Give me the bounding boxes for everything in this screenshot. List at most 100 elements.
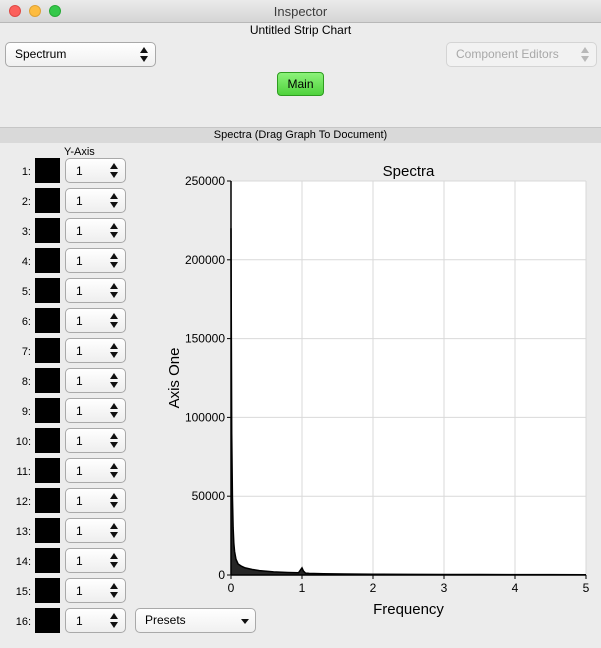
- channel-color-swatch[interactable]: [35, 218, 60, 243]
- channel-number: 8:: [21, 376, 31, 388]
- channel-color-swatch[interactable]: [35, 518, 60, 543]
- channel-color-swatch[interactable]: [35, 368, 60, 393]
- y-axis-select[interactable]: 1: [65, 368, 126, 393]
- up-down-arrows-icon: [110, 492, 119, 509]
- y-axis-value: 1: [76, 584, 83, 598]
- channel-number: 2:: [21, 196, 31, 208]
- channel-number: 6:: [21, 316, 31, 328]
- up-down-arrows-icon: [110, 252, 119, 269]
- y-axis-value: 1: [76, 344, 83, 358]
- y-axis-value: 1: [76, 374, 83, 388]
- channel-number: 16:: [15, 616, 31, 628]
- title-bar: Inspector: [0, 0, 601, 23]
- channel-color-swatch[interactable]: [35, 188, 60, 213]
- channel-number: 7:: [21, 346, 31, 358]
- channel-color-swatch[interactable]: [35, 158, 60, 183]
- y-axis-select[interactable]: 1: [65, 608, 126, 633]
- channel-color-swatch[interactable]: [35, 338, 60, 363]
- channel-number: 9:: [21, 406, 31, 418]
- x-tick-label: 4: [512, 581, 519, 595]
- y-axis-value: 1: [76, 224, 83, 238]
- plot-area: [231, 181, 586, 575]
- y-axis-value: 1: [76, 404, 83, 418]
- y-tick-label: 0: [218, 568, 225, 582]
- window-title: Inspector: [273, 4, 328, 19]
- y-tick-label: 50000: [192, 489, 226, 503]
- y-axis-select[interactable]: 1: [65, 518, 126, 543]
- channel-color-swatch[interactable]: [35, 548, 60, 573]
- y-axis-select[interactable]: 1: [65, 578, 126, 603]
- y-axis-select[interactable]: 1: [65, 278, 126, 303]
- channel-color-swatch[interactable]: [35, 398, 60, 423]
- section-header: Spectra (Drag Graph To Document): [0, 127, 601, 143]
- y-axis-value: 1: [76, 254, 83, 268]
- y-axis-value: 1: [76, 494, 83, 508]
- up-down-arrows-icon: [110, 222, 119, 239]
- y-axis-value: 1: [76, 314, 83, 328]
- document-title: Untitled Strip Chart: [249, 23, 352, 37]
- y-axis-select[interactable]: 1: [65, 248, 126, 273]
- channel-number: 13:: [15, 526, 31, 538]
- x-axis-label: Frequency: [373, 601, 444, 618]
- y-axis-value: 1: [76, 464, 83, 478]
- channel-number: 12:: [15, 496, 31, 508]
- y-axis-select[interactable]: 1: [65, 488, 126, 513]
- y-axis-select[interactable]: 1: [65, 548, 126, 573]
- channel-number: 3:: [21, 226, 31, 238]
- up-down-arrows-icon: [110, 612, 119, 629]
- channel-color-swatch[interactable]: [35, 248, 60, 273]
- channel-number: 14:: [15, 556, 31, 568]
- up-down-arrows-icon: [110, 162, 119, 179]
- y-axis-select[interactable]: 1: [65, 338, 126, 363]
- y-axis-select[interactable]: 1: [65, 398, 126, 423]
- up-down-arrows-icon: [110, 402, 119, 419]
- component-editors-label: Component Editors: [456, 47, 559, 61]
- y-axis-label: Axis One: [166, 348, 183, 409]
- channel-color-swatch[interactable]: [35, 428, 60, 453]
- x-tick-label: 1: [299, 581, 306, 595]
- y-tick-label: 200000: [185, 253, 225, 267]
- y-axis-value: 1: [76, 524, 83, 538]
- view-select[interactable]: Spectrum: [5, 42, 156, 67]
- y-tick-label: 250000: [185, 174, 225, 188]
- channel-color-swatch[interactable]: [35, 458, 60, 483]
- up-down-arrows-icon: [110, 342, 119, 359]
- x-tick-label: 2: [370, 581, 377, 595]
- y-axis-select[interactable]: 1: [65, 218, 126, 243]
- up-down-arrows-icon: [110, 552, 119, 569]
- y-axis-value: 1: [76, 614, 83, 628]
- y-axis-value: 1: [76, 434, 83, 448]
- y-axis-select[interactable]: 1: [65, 188, 126, 213]
- y-axis-select[interactable]: 1: [65, 458, 126, 483]
- channel-color-swatch[interactable]: [35, 488, 60, 513]
- channel-color-swatch[interactable]: [35, 308, 60, 333]
- y-tick-label: 150000: [185, 332, 225, 346]
- up-down-arrows-icon: [110, 582, 119, 599]
- y-axis-header: Y-Axis: [64, 146, 95, 158]
- y-axis-select[interactable]: 1: [65, 428, 126, 453]
- channel-color-swatch[interactable]: [35, 608, 60, 633]
- up-down-arrows-icon: [110, 312, 119, 329]
- y-tick-label: 100000: [185, 410, 225, 424]
- view-select-label: Spectrum: [15, 47, 67, 61]
- spectra-chart[interactable]: 0 1 2 3 4 5 0 50000 100000 150000 200000 250000 Spec…: [160, 158, 600, 620]
- channel-number: 5:: [21, 286, 31, 298]
- y-axis-value: 1: [76, 554, 83, 568]
- up-down-arrows-icon: [110, 432, 119, 449]
- up-down-arrows-icon: [581, 46, 590, 63]
- up-down-arrows-icon: [110, 372, 119, 389]
- channel-color-swatch[interactable]: [35, 278, 60, 303]
- y-axis-select[interactable]: 1: [65, 158, 126, 183]
- up-down-arrows-icon: [140, 46, 149, 63]
- channel-number: 11:: [16, 466, 31, 478]
- component-editors-select[interactable]: Component Editors: [446, 42, 597, 67]
- x-tick-label: 3: [441, 581, 448, 595]
- y-axis-select[interactable]: 1: [65, 308, 126, 333]
- channel-number: 4:: [21, 256, 31, 268]
- channel-color-swatch[interactable]: [35, 578, 60, 603]
- y-axis-value: 1: [76, 164, 83, 178]
- channel-number: 10:: [15, 436, 31, 448]
- x-tick-label: 5: [583, 581, 590, 595]
- up-down-arrows-icon: [110, 522, 119, 539]
- main-button[interactable]: Main: [277, 72, 324, 96]
